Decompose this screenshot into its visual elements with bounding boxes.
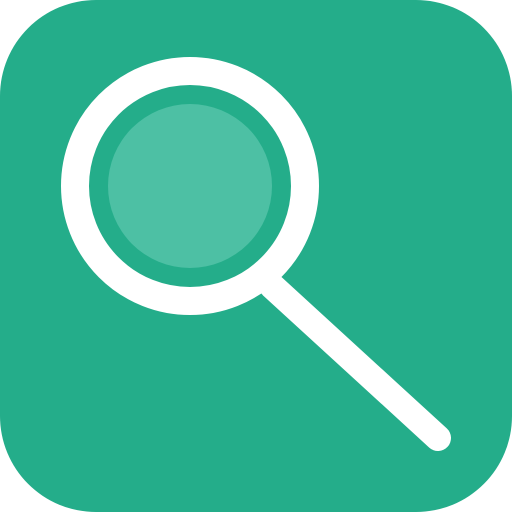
search-icon	[0, 0, 512, 512]
app-icon[interactable]	[0, 0, 512, 512]
magnifier-lens	[108, 104, 272, 268]
app-icon-canvas	[0, 0, 512, 512]
